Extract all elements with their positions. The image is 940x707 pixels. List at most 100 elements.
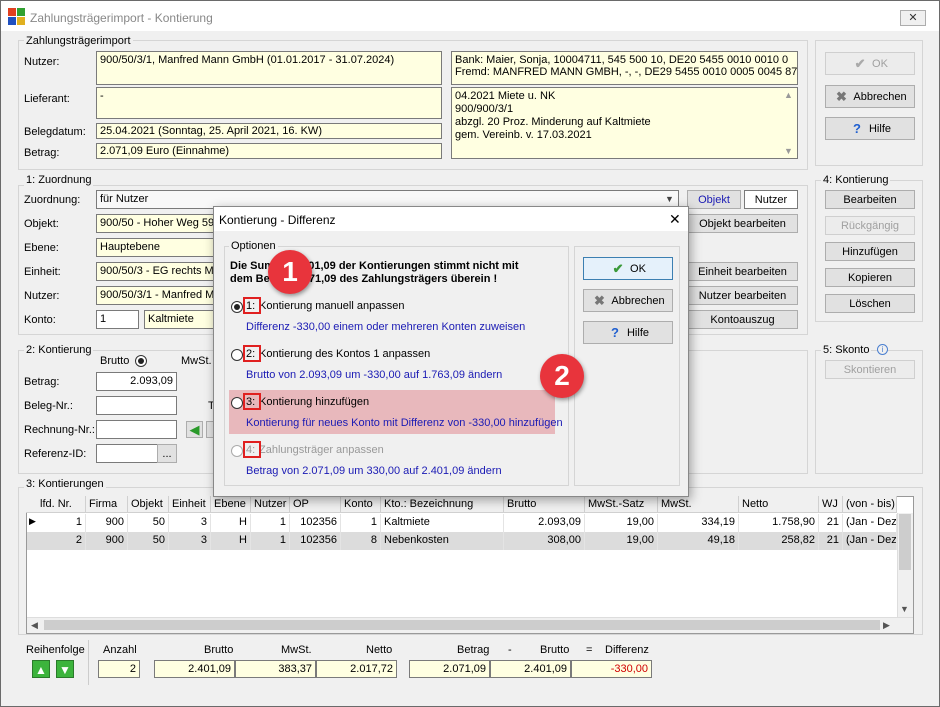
- belegdatum-label: Belegdatum:: [24, 126, 86, 138]
- option-3-label[interactable]: Kontierung hinzufügen: [259, 396, 369, 408]
- mwst-label: MwSt.: [181, 355, 212, 367]
- column-header[interactable]: OP: [290, 496, 341, 513]
- vertical-scroll-thumb[interactable]: [899, 514, 911, 570]
- reihenfolge-label: Reihenfolge: [26, 644, 85, 656]
- beleg-nr-input[interactable]: [96, 396, 177, 415]
- hinzufuegen-button[interactable]: Hinzufügen: [825, 242, 915, 261]
- bank-line-1: Bank: Maier, Sonja, 10004711, 545 500 10…: [455, 54, 789, 66]
- option-4-description: Betrag von 2.071,09 um 330,00 auf 2.401,…: [246, 465, 502, 477]
- window-close-button[interactable]: ✕: [900, 10, 926, 26]
- loeschen-button[interactable]: Löschen: [825, 294, 915, 313]
- option-2-radio[interactable]: [231, 349, 243, 361]
- nutzer-button[interactable]: Nutzer: [744, 190, 798, 209]
- table-cell: 2.093,09: [504, 514, 585, 532]
- dialog-close-icon[interactable]: ✕: [669, 211, 681, 228]
- option-1-radio[interactable]: [231, 301, 243, 313]
- column-header[interactable]: Netto: [739, 496, 819, 513]
- scroll-down-icon[interactable]: ▼: [784, 146, 793, 156]
- brutto-radio[interactable]: [135, 355, 147, 367]
- column-header[interactable]: MwSt.: [658, 496, 739, 513]
- kopieren-button[interactable]: Kopieren: [825, 268, 915, 287]
- scroll-down-icon[interactable]: ▼: [900, 604, 909, 614]
- footer-brutto-field: 2.401,09: [154, 660, 235, 678]
- lieferant-label: Lieferant:: [24, 93, 70, 105]
- column-header[interactable]: Einheit: [169, 496, 211, 513]
- abbrechen-button[interactable]: ✖ Abbrechen: [825, 85, 915, 108]
- column-header[interactable]: Ebene: [211, 496, 251, 513]
- ebene-field: Hauptebene: [96, 238, 216, 257]
- option-4-label[interactable]: Zahlungsträger anpassen: [259, 444, 384, 456]
- column-header[interactable]: Objekt: [128, 496, 169, 513]
- column-header[interactable]: lfd. Nr.: [26, 496, 86, 513]
- table-cell: 1: [341, 514, 381, 532]
- footer-brutto2-label: Brutto: [540, 644, 570, 656]
- table-cell: 308,00: [504, 532, 585, 550]
- beleg-nr-label: Beleg-Nr.:: [24, 400, 73, 412]
- scroll-up-icon[interactable]: ▲: [784, 90, 793, 100]
- annotation-badge-1: 1: [268, 250, 312, 294]
- arrow-left-icon[interactable]: ◀: [186, 421, 203, 438]
- minus-sign: -: [508, 644, 512, 656]
- rechnung-nr-input[interactable]: [96, 420, 177, 439]
- dialog-ok-button[interactable]: ✔ OK: [583, 257, 673, 280]
- column-header[interactable]: WJ: [819, 496, 843, 513]
- zahlungstraeger-group-title: Zahlungsträgerimport: [24, 35, 133, 47]
- scroll-left-icon[interactable]: ◀: [31, 620, 38, 631]
- option-4-radio[interactable]: [231, 445, 243, 457]
- einheit-bearbeiten-button[interactable]: Einheit bearbeiten: [687, 262, 798, 281]
- ok-button[interactable]: ✔ OK: [825, 52, 915, 75]
- info-icon[interactable]: i: [877, 344, 888, 355]
- column-header[interactable]: Brutto: [504, 496, 585, 513]
- memo-line: abzgl. 20 Proz. Minderung auf Kaltmiete: [455, 116, 651, 128]
- table-cell: 102356: [290, 532, 341, 550]
- dialog-abbrechen-button[interactable]: ✖ Abbrechen: [583, 289, 673, 312]
- betrag-input[interactable]: 2.093,09: [96, 372, 177, 391]
- footer-brutto-label: Brutto: [204, 644, 234, 656]
- betrag-label-2: Betrag:: [24, 376, 60, 388]
- belegdatum-field: 25.04.2021 (Sonntag, 25. April 2021, 16.…: [96, 123, 442, 139]
- move-up-icon[interactable]: ▲: [32, 660, 50, 678]
- nutzer-bearbeiten-button[interactable]: Nutzer bearbeiten: [687, 286, 798, 305]
- table-cell: 2: [26, 532, 86, 550]
- bank-info-field: Bank: Maier, Sonja, 10004711, 545 500 10…: [451, 51, 798, 85]
- horizontal-scroll-thumb[interactable]: [44, 620, 880, 630]
- option-3-radio[interactable]: [231, 397, 243, 409]
- objekt-bearbeiten-button[interactable]: Objekt bearbeiten: [687, 214, 798, 233]
- kontierungen-group-title: 3: Kontierungen: [24, 478, 106, 490]
- dialog-hilfe-button[interactable]: ? Hilfe: [583, 321, 673, 344]
- footer-divider: [88, 640, 89, 685]
- table-cell: 102356: [290, 514, 341, 532]
- help-icon: ?: [853, 120, 861, 136]
- highlight-box: [243, 441, 261, 458]
- hilfe-button[interactable]: ? Hilfe: [825, 117, 915, 140]
- memo-line: 04.2021 Miete u. NK: [455, 90, 556, 102]
- column-header[interactable]: MwSt.-Satz: [585, 496, 658, 513]
- table-cell: 21: [819, 514, 843, 532]
- ellipsis-button[interactable]: ...: [157, 444, 177, 463]
- scroll-right-icon[interactable]: ▶: [883, 620, 890, 631]
- option-2-label[interactable]: Kontierung des Kontos 1 anpassen: [259, 348, 430, 360]
- column-header[interactable]: Firma: [86, 496, 128, 513]
- memo-field[interactable]: 04.2021 Miete u. NK 900/900/3/1 abzgl. 2…: [451, 87, 798, 159]
- kontoauszug-button[interactable]: Kontoauszug: [687, 310, 798, 329]
- equals-sign: =: [586, 644, 593, 656]
- bearbeiten-button[interactable]: Bearbeiten: [825, 190, 915, 209]
- skontieren-button[interactable]: Skontieren: [825, 360, 915, 379]
- table-cell: H: [211, 532, 251, 550]
- rueckgaengig-button[interactable]: Rückgängig: [825, 216, 915, 235]
- skonto-group-title: 5: Skonto: [821, 344, 872, 356]
- konto-field: Kaltmiete: [144, 310, 216, 329]
- lieferant-field: -: [96, 87, 442, 119]
- column-header[interactable]: Nutzer: [251, 496, 290, 513]
- option-1-label[interactable]: Kontierung manuell anpassen: [259, 300, 405, 312]
- check-icon: ✔: [854, 55, 866, 71]
- column-header[interactable]: Konto: [341, 496, 381, 513]
- zuordnung-label: Zuordnung:: [24, 194, 81, 206]
- objekt-button[interactable]: Objekt: [687, 190, 741, 209]
- column-header[interactable]: Kto.: Bezeichnung: [381, 496, 504, 513]
- highlight-box: [243, 393, 261, 410]
- footer-betrag-field: 2.071,09: [409, 660, 490, 678]
- konto-nr-input[interactable]: 1: [96, 310, 139, 329]
- column-header[interactable]: (von - bis): [843, 496, 897, 513]
- move-down-icon[interactable]: ▼: [56, 660, 74, 678]
